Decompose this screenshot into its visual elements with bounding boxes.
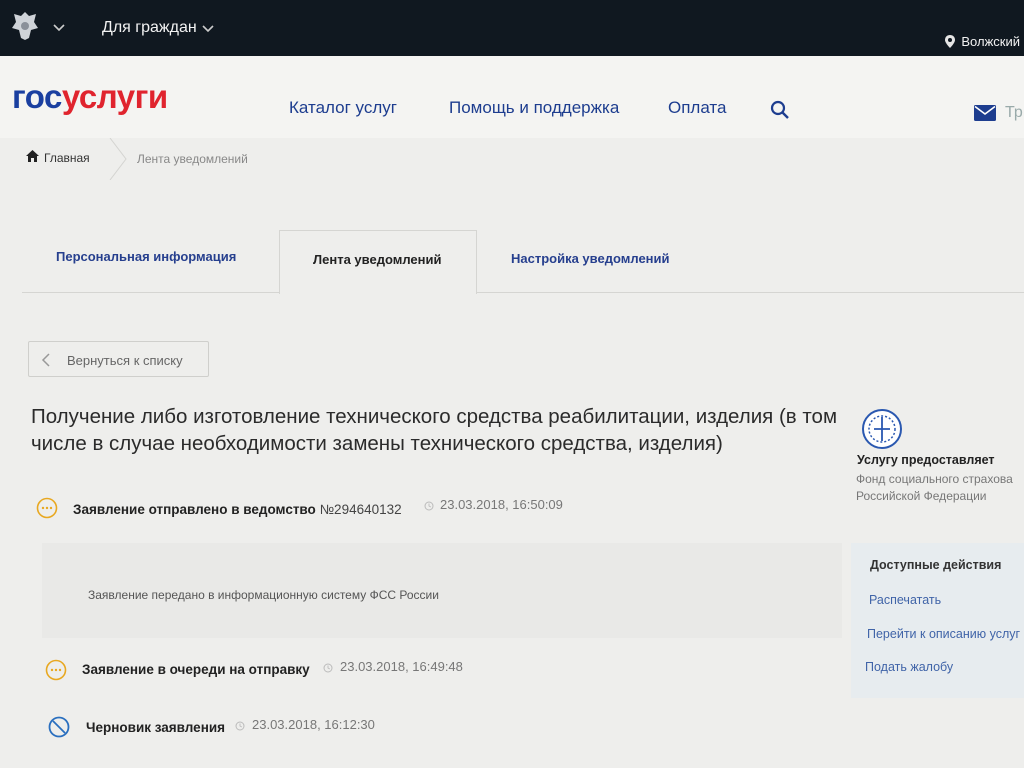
breadcrumb-home[interactable]: Главная xyxy=(44,151,90,165)
service-title: Получение либо изготовление технического… xyxy=(31,405,838,455)
tab-notifications-feed-label: Лента уведомлений xyxy=(313,252,442,267)
action-service-description[interactable]: Перейти к описанию услуг xyxy=(867,627,1020,641)
breadcrumb-current: Лента уведомлений xyxy=(137,152,248,166)
status-draft-label: Черновик заявления xyxy=(86,720,226,735)
messages-link[interactable]: Тр xyxy=(1005,104,1023,122)
logo-part-gos: гос xyxy=(12,78,62,115)
tab-notifications-feed[interactable]: Лента уведомлений xyxy=(279,230,477,294)
chevron-down-icon[interactable] xyxy=(201,24,215,34)
actions-heading: Доступные действия xyxy=(870,558,1002,572)
coat-of-arms-icon[interactable] xyxy=(10,10,40,42)
main-header: госуслуги Каталог услуг Помощь и поддерж… xyxy=(0,56,1024,138)
application-number: №294640132 xyxy=(319,502,402,517)
chevron-left-icon xyxy=(41,353,50,367)
action-print[interactable]: Распечатать xyxy=(869,593,941,607)
logo-part-uslugi: услуги xyxy=(61,78,168,115)
nav-help[interactable]: Помощь и поддержка xyxy=(449,98,619,118)
status-queue-time: 23.03.2018, 16:49:48 xyxy=(340,659,463,674)
citizens-menu[interactable]: Для граждан xyxy=(102,19,197,37)
status-detail-text: Заявление передано в информационную сист… xyxy=(88,588,439,602)
status-sent-text: Заявление отправлено в ведомство xyxy=(73,502,316,517)
action-complaint[interactable]: Подать жалобу xyxy=(865,660,953,674)
clock-icon xyxy=(424,501,434,511)
home-icon[interactable] xyxy=(26,150,39,162)
fss-logo-icon xyxy=(862,409,902,449)
status-sent-time: 23.03.2018, 16:50:09 xyxy=(440,497,563,512)
back-to-list-button[interactable]: Вернуться к списку xyxy=(28,341,209,377)
mail-icon[interactable] xyxy=(974,105,996,121)
top-bar: Для граждан Волжский xyxy=(0,0,1024,56)
pending-status-icon xyxy=(45,659,67,681)
pending-status-icon xyxy=(36,497,58,519)
provider-name: Фонд социального страхова Российской Фед… xyxy=(856,471,1024,505)
status-sent-label: Заявление отправлено в ведомство №294640… xyxy=(73,502,402,517)
nav-payment[interactable]: Оплата xyxy=(668,98,726,118)
provider-heading: Услугу предоставляет xyxy=(857,453,995,467)
clock-icon xyxy=(235,721,245,731)
location-pin-icon xyxy=(945,35,956,48)
region-selector[interactable]: Волжский xyxy=(945,34,1020,49)
status-queue-label: Заявление в очереди на отправку xyxy=(82,662,310,677)
breadcrumb-separator xyxy=(109,138,127,180)
tab-notification-settings[interactable]: Настройка уведомлений xyxy=(511,251,670,266)
search-icon[interactable] xyxy=(770,100,790,120)
provider-name-line1: Фонд социального страхова xyxy=(856,472,1013,486)
tab-personal-info[interactable]: Персональная информация xyxy=(56,249,236,264)
nav-catalog[interactable]: Каталог услуг xyxy=(289,98,397,118)
back-to-list-label: Вернуться к списку xyxy=(67,353,183,368)
tabs-divider xyxy=(22,292,1024,293)
clock-icon xyxy=(323,663,333,673)
draft-status-icon xyxy=(48,716,70,738)
status-draft-time: 23.03.2018, 16:12:30 xyxy=(252,717,375,732)
gosuslugi-logo[interactable]: госуслуги xyxy=(12,80,168,113)
region-name: Волжский xyxy=(961,34,1020,49)
chevron-down-icon[interactable] xyxy=(52,23,66,33)
provider-name-line2: Российской Федерации xyxy=(856,489,987,503)
